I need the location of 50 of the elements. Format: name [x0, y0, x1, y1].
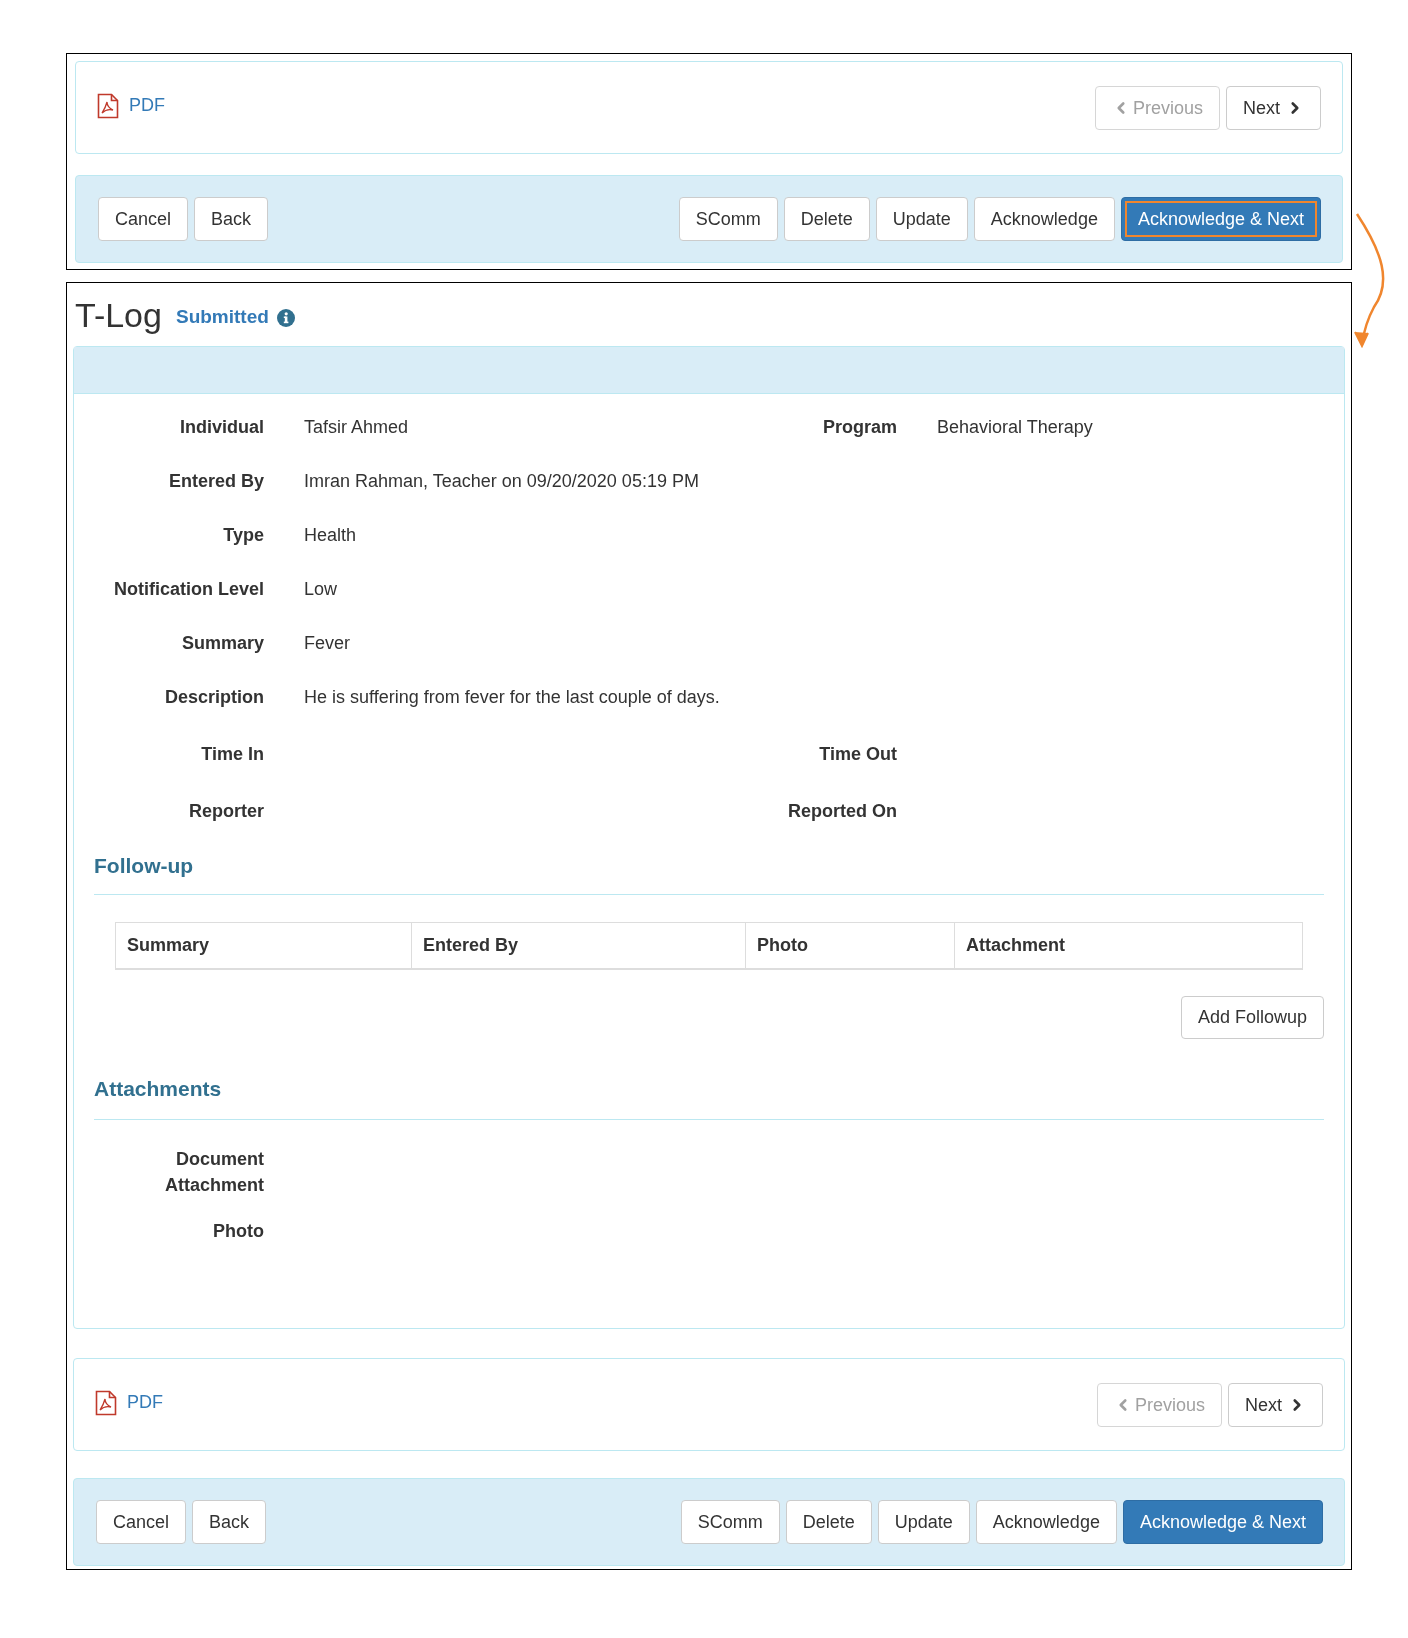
- action-button[interactable]: SComm: [678, 197, 778, 241]
- field-label: Entered By: [167, 469, 264, 493]
- field-label: Notification Level: [112, 577, 264, 601]
- field-value: Behavioral Therapy: [937, 416, 1093, 437]
- page-title: T-Log: [75, 297, 162, 332]
- add-followup-button[interactable]: Add Followup: [1180, 996, 1324, 1039]
- status-label: Submitted: [175, 305, 269, 330]
- action-button[interactable]: Acknowledge & Next: [1122, 1500, 1323, 1544]
- action-button[interactable]: Acknowledge & Next: [1120, 197, 1321, 241]
- pdf-link[interactable]: PDF: [95, 1389, 163, 1416]
- field-label: Program: [821, 415, 897, 439]
- action-button[interactable]: Update: [877, 1500, 970, 1544]
- action-button[interactable]: Update: [875, 197, 968, 241]
- field-label: Time Out: [818, 742, 897, 766]
- field-label: Photo: [212, 1220, 264, 1243]
- field-label: Reported On: [787, 799, 897, 823]
- pdf-file-icon: [97, 92, 119, 119]
- field-label: Document Attachment: [164, 1148, 264, 1197]
- info-icon: [276, 308, 295, 327]
- field-value: He is suffering from fever for the last couple of days.: [304, 686, 720, 707]
- next-button[interactable]: Next: [1226, 85, 1321, 130]
- pdf-link[interactable]: PDF: [97, 92, 165, 119]
- column-header: Attachment: [954, 923, 1302, 968]
- field-label: Type: [222, 523, 264, 547]
- action-button[interactable]: Back: [192, 1500, 267, 1544]
- action-button[interactable]: SComm: [680, 1500, 780, 1544]
- field-label: Description: [163, 685, 264, 709]
- field-label: Time In: [200, 742, 264, 766]
- field-label: Individual: [179, 415, 264, 439]
- field-value: Tafsir Ahmed: [304, 416, 409, 437]
- action-button[interactable]: Back: [194, 197, 269, 241]
- column-header: Summary: [126, 934, 211, 957]
- pdf-file-icon: [95, 1389, 117, 1416]
- action-button[interactable]: Acknowledge: [973, 197, 1115, 241]
- field-label: Summary: [180, 631, 264, 655]
- action-button[interactable]: Delete: [783, 197, 870, 241]
- field-value: Health: [304, 524, 357, 545]
- action-button[interactable]: Delete: [785, 1500, 872, 1544]
- field-value: Imran Rahman, Teacher on 09/20/2020 05:19 PM: [304, 470, 699, 491]
- field-value: Low: [304, 578, 338, 599]
- column-header: Photo: [745, 923, 954, 968]
- column-header: Entered By: [411, 923, 745, 968]
- action-button[interactable]: Acknowledge: [975, 1500, 1117, 1544]
- action-button[interactable]: Cancel: [96, 1500, 187, 1544]
- section-heading: Attachments: [94, 1076, 223, 1102]
- next-button[interactable]: Next: [1228, 1382, 1323, 1427]
- field-label: Reporter: [188, 799, 264, 823]
- field-value: Fever: [304, 632, 350, 653]
- section-heading: Follow-up: [94, 853, 195, 879]
- action-button[interactable]: Cancel: [98, 197, 189, 241]
